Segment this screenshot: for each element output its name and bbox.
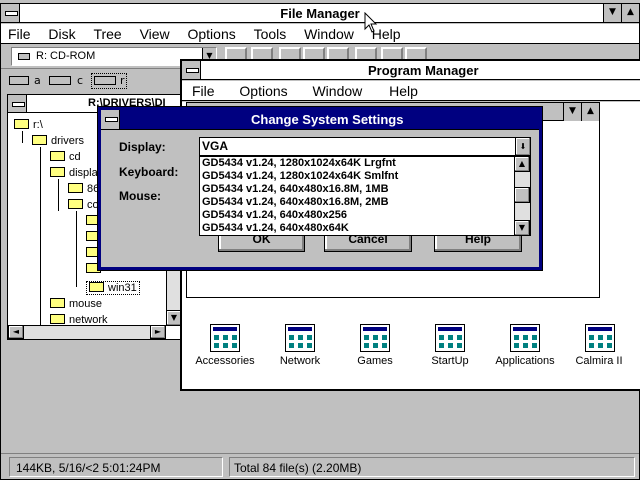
pm-menu-options[interactable]: Options	[225, 81, 294, 101]
folder-open-icon	[68, 199, 83, 210]
folder-open-icon	[32, 135, 47, 146]
drive-c[interactable]: c	[49, 74, 89, 89]
tree-lines	[58, 179, 59, 211]
scroll-left-icon[interactable]: ◄	[8, 325, 24, 339]
folder-icon	[50, 314, 65, 325]
drive-a-letter: a	[34, 74, 41, 87]
program-group-icon	[285, 324, 315, 352]
program-group-icon	[435, 324, 465, 352]
scroll-down-icon[interactable]: ▼	[514, 220, 530, 235]
floppy-drive-icon	[9, 76, 29, 85]
folder-open-icon	[14, 119, 29, 130]
program-group-icon	[510, 324, 540, 352]
system-menu-icon[interactable]	[8, 95, 27, 112]
file-manager-titlebar[interactable]: File Manager ▼ ▲	[1, 4, 639, 23]
mouse-cursor-icon	[364, 11, 378, 34]
tree-item-drivers[interactable]: drivers	[32, 135, 84, 147]
dropdown-scrollbar[interactable]: ▲ ▼	[514, 157, 530, 235]
display-option[interactable]: GD5434 v1.24, 640x480x256	[200, 209, 530, 222]
display-option[interactable]: GD5434 v1.24, 1280x1024x64K Lrgfnt	[200, 157, 530, 170]
display-option[interactable]: GD5434 v1.24, 640x480x16.8M, 2MB	[200, 196, 530, 209]
maximize-icon[interactable]: ▲	[581, 103, 599, 121]
dialog-titlebar[interactable]: Change System Settings	[101, 110, 539, 130]
cdrom-drive-icon	[18, 53, 30, 60]
drive-bar: a c r	[5, 71, 181, 91]
system-menu-icon[interactable]	[182, 61, 201, 79]
tree-item-cd[interactable]: cd	[50, 151, 81, 163]
program-group-icon	[210, 324, 240, 352]
tree-horizontal-scrollbar[interactable]: ◄ ►	[8, 325, 166, 339]
menu-tree[interactable]: Tree	[86, 24, 128, 44]
tree-item-mouse[interactable]: mouse	[50, 298, 102, 310]
change-system-settings-dialog: Change System Settings Display: Keyboard…	[97, 106, 543, 271]
display-value: VGA	[202, 139, 229, 153]
display-option[interactable]: GD5434 v1.24, 640x480x16.8M, 1MB	[200, 183, 530, 196]
drive-select-value: R: CD-ROM	[36, 50, 96, 62]
tree-lines	[76, 211, 77, 287]
status-right: Total 84 file(s) (2.20MB)	[229, 457, 635, 477]
file-manager-title: File Manager	[280, 6, 360, 21]
tree-lines	[22, 131, 23, 143]
display-dropdown-list[interactable]: GD5434 v1.24, 1280x1024x64K Lrgfnt GD543…	[199, 156, 531, 236]
status-bar: 144KB, 5/16/<2 5:01:24PM Total 84 file(s…	[1, 453, 639, 479]
status-left: 144KB, 5/16/<2 5:01:24PM	[9, 457, 223, 477]
drive-a[interactable]: a	[9, 74, 49, 89]
program-manager-menubar: File Options Window Help	[182, 81, 640, 101]
menu-view[interactable]: View	[133, 24, 177, 44]
folder-icon	[68, 183, 83, 194]
tree-item-win31[interactable]: win31	[86, 281, 140, 295]
scroll-right-icon[interactable]: ►	[150, 325, 166, 339]
folder-open-icon	[50, 167, 65, 178]
folder-icon	[50, 151, 65, 162]
dialog-title: Change System Settings	[251, 112, 404, 127]
tree-item-86[interactable]: 86	[68, 183, 99, 195]
menu-tools[interactable]: Tools	[247, 24, 294, 44]
menu-file[interactable]: File	[1, 24, 38, 44]
program-manager-title: Program Manager	[368, 63, 479, 78]
file-manager-menubar: File Disk Tree View Options Tools Window…	[1, 24, 639, 44]
display-option[interactable]: GD5434 v1.24, 640x480x64K	[200, 222, 530, 235]
display-label: Display:	[119, 140, 166, 154]
menu-options[interactable]: Options	[180, 24, 242, 44]
scroll-up-icon[interactable]: ▲	[514, 157, 530, 172]
pm-menu-window[interactable]: Window	[298, 81, 369, 101]
minimize-icon[interactable]: ▼	[563, 103, 581, 121]
maximize-icon[interactable]: ▲	[621, 4, 639, 22]
chevron-down-icon[interactable]: ⬇	[515, 137, 531, 156]
drive-c-letter: c	[77, 74, 84, 87]
tree-item-root[interactable]: r:\	[14, 119, 43, 131]
drive-r[interactable]: r	[91, 73, 127, 89]
program-group-icon	[585, 324, 615, 352]
minimize-icon[interactable]: ▼	[603, 4, 621, 22]
tree-item-co[interactable]: co	[68, 199, 99, 211]
tree-lines	[40, 147, 41, 325]
pm-menu-help[interactable]: Help	[373, 81, 425, 101]
pm-menu-file[interactable]: File	[182, 81, 222, 101]
tree-item-display[interactable]: display	[50, 167, 103, 179]
cdrom-drive-icon	[94, 76, 116, 85]
menu-disk[interactable]: Disk	[41, 24, 82, 44]
program-group-label: Calmira II	[575, 355, 623, 367]
display-option[interactable]: GD5434 v1.24, 1280x1024x64K Smlfnt	[200, 170, 530, 183]
program-group-icon	[360, 324, 390, 352]
folder-icon	[50, 298, 65, 309]
hard-drive-icon	[49, 76, 71, 85]
mouse-label: Mouse:	[119, 189, 161, 203]
drive-r-letter: r	[120, 74, 125, 87]
keyboard-label: Keyboard:	[119, 165, 179, 179]
program-manager-titlebar[interactable]: Program Manager	[182, 61, 640, 80]
folder-open-icon	[89, 282, 104, 293]
menu-window[interactable]: Window	[297, 24, 361, 44]
system-menu-icon[interactable]	[101, 110, 120, 129]
scroll-thumb[interactable]	[514, 187, 530, 203]
display-combobox[interactable]: VGA ⬇	[199, 137, 531, 156]
